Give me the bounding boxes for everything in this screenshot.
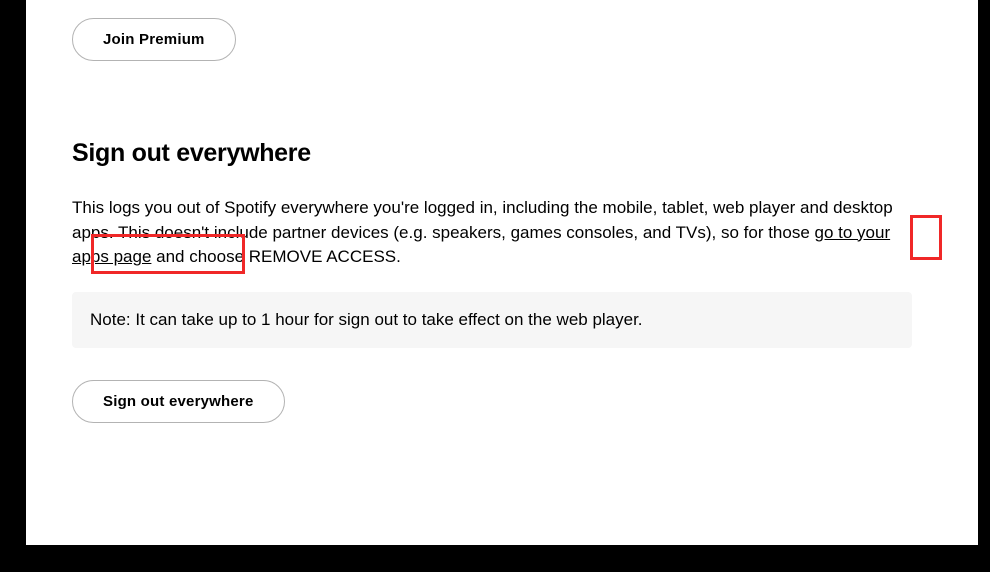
sign-out-desc-text-after: and choose REMOVE ACCESS.	[151, 247, 400, 266]
sign-out-desc-text-before: This logs you out of Spotify everywhere …	[72, 198, 893, 242]
annotation-highlight	[910, 215, 942, 260]
sign-out-heading: Sign out everywhere	[72, 139, 932, 168]
sign-out-everywhere-button[interactable]: Sign out everywhere	[72, 380, 285, 423]
sign-out-description: This logs you out of Spotify everywhere …	[72, 196, 912, 270]
account-settings-panel: Join Premium Sign out everywhere This lo…	[26, 0, 978, 545]
join-premium-button[interactable]: Join Premium	[72, 18, 236, 61]
sign-out-note: Note: It can take up to 1 hour for sign …	[72, 292, 912, 348]
